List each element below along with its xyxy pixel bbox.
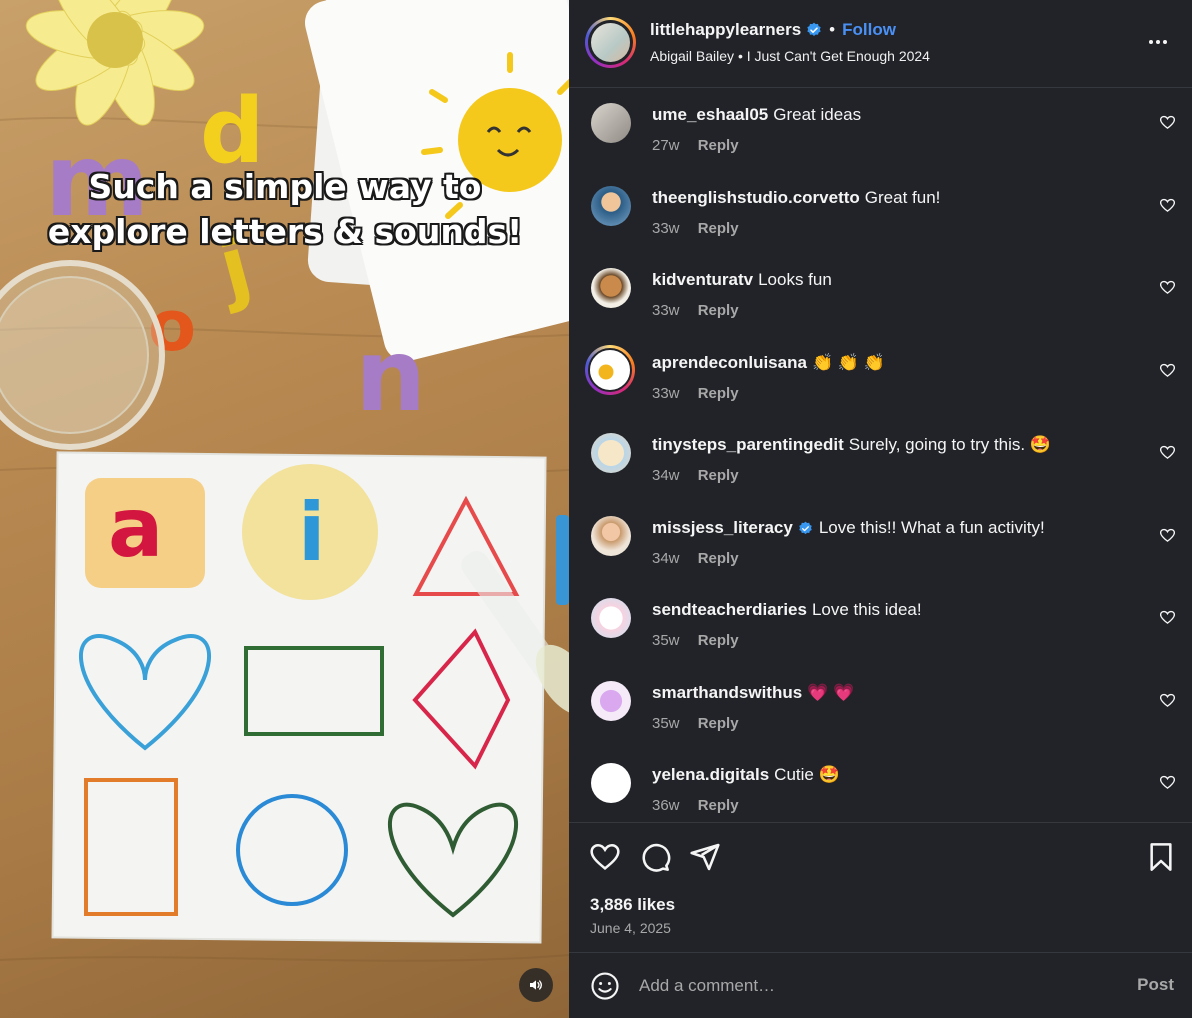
author-avatar[interactable] bbox=[585, 17, 636, 68]
comment-item: aprendeconluisana 👏 👏 👏 33w Reply bbox=[569, 337, 1192, 419]
comment-item: sendteacherdiaries Love this idea! 35w R… bbox=[569, 584, 1192, 666]
comment-time[interactable]: 33w bbox=[652, 385, 680, 402]
letter-i: i bbox=[298, 486, 325, 579]
commenter-username[interactable]: yelena.digitals bbox=[652, 765, 769, 785]
reply-button[interactable]: Reply bbox=[698, 302, 739, 319]
commenter-avatar[interactable] bbox=[591, 598, 631, 638]
caption-line-1: Such a simple way to bbox=[88, 167, 482, 206]
audio-toggle-button[interactable] bbox=[519, 968, 553, 1002]
audio-attribution[interactable]: Abigail Bailey • I Just Can't Get Enough… bbox=[650, 48, 930, 64]
commenter-avatar[interactable] bbox=[591, 763, 631, 803]
comment-time[interactable]: 27w bbox=[652, 137, 680, 154]
comment-text: Great ideas bbox=[773, 105, 862, 124]
comment-time[interactable]: 35w bbox=[652, 715, 680, 732]
verified-badge-icon bbox=[807, 22, 821, 36]
commenter-avatar[interactable] bbox=[585, 345, 635, 395]
add-comment-bar: Post bbox=[569, 954, 1192, 1018]
commenter-username[interactable]: kidventuratv bbox=[652, 270, 753, 290]
comments-list[interactable]: ume_eshaal05 Great ideas 27w Reply theen… bbox=[569, 89, 1192, 822]
commenter-avatar[interactable] bbox=[591, 103, 631, 143]
comment-item: kidventuratv Looks fun 33w Reply bbox=[569, 254, 1192, 336]
commenter-username[interactable]: theenglishstudio.corvetto bbox=[652, 188, 860, 208]
commenter-avatar[interactable] bbox=[591, 268, 631, 308]
comment-time[interactable]: 36w bbox=[652, 797, 680, 814]
more-options-icon[interactable] bbox=[1146, 30, 1170, 54]
comment-time[interactable]: 33w bbox=[652, 220, 680, 237]
video-caption: Such a simple way to explore letters & s… bbox=[20, 164, 550, 254]
comment-time[interactable]: 33w bbox=[652, 302, 680, 319]
comment-text: Love this!! What a fun activity! bbox=[818, 518, 1045, 537]
commenter-avatar[interactable] bbox=[591, 681, 631, 721]
comment-text: Surely, going to try this. 🤩 bbox=[848, 435, 1052, 454]
post-header: littlehappylearners • Follow Abigail Bai… bbox=[569, 0, 1192, 88]
post-media[interactable]: d m j o n a i Such a simple way to explo… bbox=[0, 0, 569, 1018]
letter-a: a bbox=[108, 481, 163, 576]
comment-time[interactable]: 34w bbox=[652, 467, 680, 484]
comment-like-heart-icon[interactable] bbox=[1160, 280, 1175, 295]
reply-button[interactable]: Reply bbox=[698, 220, 739, 237]
comment-like-heart-icon[interactable] bbox=[1160, 610, 1175, 625]
commenter-avatar[interactable] bbox=[591, 516, 631, 556]
reply-button[interactable]: Reply bbox=[698, 137, 739, 154]
comment-bubble-icon[interactable] bbox=[639, 841, 671, 873]
comment-item: smarthandswithus 💗 💗 35w Reply bbox=[569, 667, 1192, 749]
comment-like-heart-icon[interactable] bbox=[1160, 528, 1175, 543]
save-bookmark-icon[interactable] bbox=[1145, 841, 1177, 873]
comment-like-heart-icon[interactable] bbox=[1160, 198, 1175, 213]
water-glass bbox=[0, 260, 165, 450]
commenter-username[interactable]: tinysteps_parentingedit bbox=[652, 435, 844, 455]
comment-item: missjess_literacy Love this!! What a fun… bbox=[569, 502, 1192, 584]
comment-text: Love this idea! bbox=[811, 600, 922, 619]
like-heart-icon[interactable] bbox=[589, 841, 621, 873]
commenter-username[interactable]: ume_eshaal05 bbox=[652, 105, 768, 125]
comment-input[interactable] bbox=[639, 972, 1099, 1000]
header-separator: • bbox=[829, 20, 836, 39]
comment-like-heart-icon[interactable] bbox=[1160, 693, 1175, 708]
comment-text: 💗 💗 bbox=[807, 683, 855, 702]
reply-button[interactable]: Reply bbox=[698, 632, 739, 649]
caption-line-2: explore letters & sounds! bbox=[47, 212, 523, 251]
commenter-avatar[interactable] bbox=[591, 186, 631, 226]
comment-time[interactable]: 34w bbox=[652, 550, 680, 567]
comment-item: ume_eshaal05 Great ideas 27w Reply bbox=[569, 89, 1192, 171]
emoji-icon[interactable] bbox=[590, 971, 620, 1001]
commenter-username[interactable]: aprendeconluisana bbox=[652, 353, 807, 373]
comment-like-heart-icon[interactable] bbox=[1160, 115, 1175, 130]
post-date[interactable]: June 4, 2025 bbox=[590, 920, 671, 936]
comment-text: 👏 👏 👏 bbox=[811, 353, 885, 372]
commenter-username[interactable]: missjess_literacy bbox=[652, 518, 793, 538]
comment-like-heart-icon[interactable] bbox=[1160, 363, 1175, 378]
likes-count[interactable]: 3,886 likes bbox=[590, 895, 675, 915]
reply-button[interactable]: Reply bbox=[698, 797, 739, 814]
comment-text: Great fun! bbox=[864, 188, 941, 207]
post-actions: 3,886 likes June 4, 2025 bbox=[569, 822, 1192, 953]
commenter-username[interactable]: smarthandswithus bbox=[652, 683, 802, 703]
reply-button[interactable]: Reply bbox=[698, 550, 739, 567]
comment-item: theenglishstudio.corvetto Great fun! 33w… bbox=[569, 172, 1192, 254]
commenter-avatar[interactable] bbox=[591, 433, 631, 473]
comment-item: yelena.digitals Cutie 🤩 36w Reply bbox=[569, 749, 1192, 822]
reply-button[interactable]: Reply bbox=[698, 385, 739, 402]
reply-button[interactable]: Reply bbox=[698, 467, 739, 484]
paper-towel: a i bbox=[51, 451, 547, 944]
verified-badge-icon bbox=[799, 521, 812, 534]
follow-button[interactable]: Follow bbox=[842, 20, 896, 40]
comment-like-heart-icon[interactable] bbox=[1160, 775, 1175, 790]
comment-text: Cutie 🤩 bbox=[774, 765, 840, 784]
author-username[interactable]: littlehappylearners bbox=[650, 20, 801, 40]
commenter-username[interactable]: sendteacherdiaries bbox=[652, 600, 807, 620]
post-details-panel: littlehappylearners • Follow Abigail Bai… bbox=[569, 0, 1192, 1018]
letter-n: n bbox=[355, 317, 426, 434]
comment-item: tinysteps_parentingedit Surely, going to… bbox=[569, 419, 1192, 501]
comment-like-heart-icon[interactable] bbox=[1160, 445, 1175, 460]
flower-decoration bbox=[25, 0, 205, 126]
media-illustration: d m j o n a i bbox=[0, 0, 569, 962]
comment-text: Looks fun bbox=[758, 270, 832, 289]
post-comment-button[interactable]: Post bbox=[1137, 975, 1174, 995]
comment-time[interactable]: 35w bbox=[652, 632, 680, 649]
speaker-icon bbox=[530, 980, 542, 990]
share-send-icon[interactable] bbox=[689, 841, 721, 873]
reply-button[interactable]: Reply bbox=[698, 715, 739, 732]
